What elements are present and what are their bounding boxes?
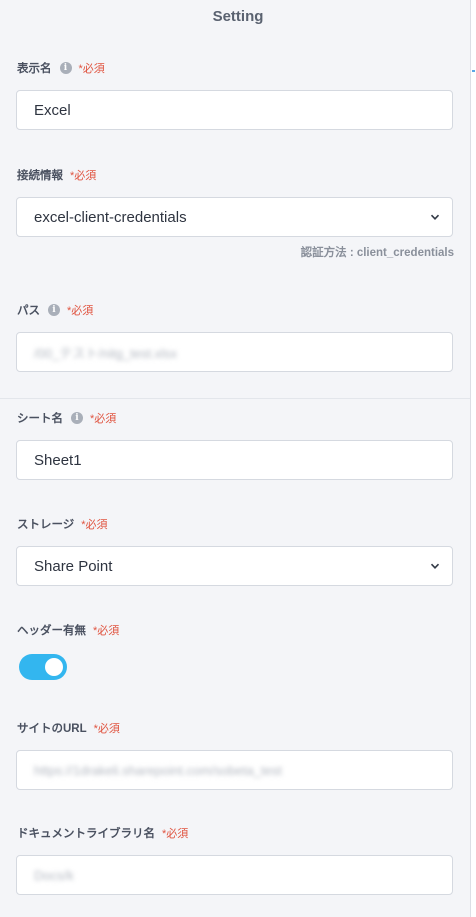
scroll-rail[interactable] bbox=[471, 0, 476, 917]
storage-value: Share Point bbox=[34, 557, 113, 575]
storage-label: ストレージ *必須 bbox=[17, 516, 108, 532]
doc-library-value: Docs/k bbox=[34, 867, 74, 883]
panel-title: Setting bbox=[212, 8, 264, 25]
doc-library-label: ドキュメントライブラリ名 *必須 bbox=[17, 825, 188, 841]
sheet-name-input[interactable]: Sheet1 bbox=[16, 440, 453, 480]
section-divider bbox=[0, 398, 470, 399]
display-name-label-text: 表示名 bbox=[17, 63, 52, 75]
header-toggle[interactable] bbox=[19, 654, 67, 680]
doc-library-input[interactable]: Docs/k bbox=[16, 855, 453, 895]
chevron-down-icon bbox=[430, 214, 440, 220]
sheet-name-value: Sheet1 bbox=[34, 451, 82, 469]
sheet-name-label-text: シート名 bbox=[17, 413, 63, 425]
header-label-text: ヘッダー有無 bbox=[17, 625, 86, 637]
connection-label-text: 接続情報 bbox=[17, 170, 63, 182]
info-icon[interactable]: i bbox=[59, 62, 72, 74]
required-mark: *必須 bbox=[67, 305, 94, 317]
storage-select[interactable]: Share Point bbox=[16, 546, 453, 586]
storage-label-text: ストレージ bbox=[17, 519, 75, 531]
required-mark: *必須 bbox=[93, 625, 120, 637]
connection-select[interactable]: excel-client-credentials bbox=[16, 197, 453, 237]
path-value: /00_テスト/nitg_test.xlsx bbox=[34, 345, 178, 361]
display-name-label: 表示名 i *必須 bbox=[17, 60, 105, 76]
required-mark: *必須 bbox=[162, 828, 189, 840]
info-icon[interactable]: i bbox=[71, 412, 83, 424]
scroll-marker bbox=[472, 70, 475, 72]
connection-value: excel-client-credentials bbox=[34, 208, 187, 226]
required-mark: *必須 bbox=[81, 519, 108, 531]
header-label: ヘッダー有無 *必須 bbox=[17, 622, 119, 638]
auth-method-hint: 認証方法 : client_credentials bbox=[300, 247, 454, 259]
sheet-name-label: シート名 i *必須 bbox=[17, 410, 116, 426]
display-name-input[interactable]: Excel bbox=[16, 90, 453, 130]
doc-library-label-text: ドキュメントライブラリ名 bbox=[17, 828, 155, 840]
required-mark: *必須 bbox=[78, 63, 105, 75]
site-url-label: サイトのURL *必須 bbox=[17, 720, 120, 736]
site-url-value: https://1drakeli.sharepoint.com/sobeta_t… bbox=[34, 762, 282, 778]
toggle-knob bbox=[45, 658, 63, 676]
info-icon[interactable]: i bbox=[48, 304, 60, 316]
required-mark: *必須 bbox=[93, 723, 120, 735]
site-url-label-text: サイトのURL bbox=[17, 723, 87, 735]
site-url-input[interactable]: https://1drakeli.sharepoint.com/sobeta_t… bbox=[16, 750, 453, 790]
path-label-text: パス bbox=[17, 305, 40, 317]
required-mark: *必須 bbox=[70, 170, 97, 182]
path-input[interactable]: /00_テスト/nitg_test.xlsx bbox=[16, 332, 453, 372]
chevron-down-icon bbox=[430, 563, 440, 569]
connection-label: 接続情報 *必須 bbox=[17, 167, 96, 183]
required-mark: *必須 bbox=[90, 413, 117, 425]
path-label: パス i *必須 bbox=[17, 302, 93, 318]
display-name-value: Excel bbox=[34, 101, 71, 119]
